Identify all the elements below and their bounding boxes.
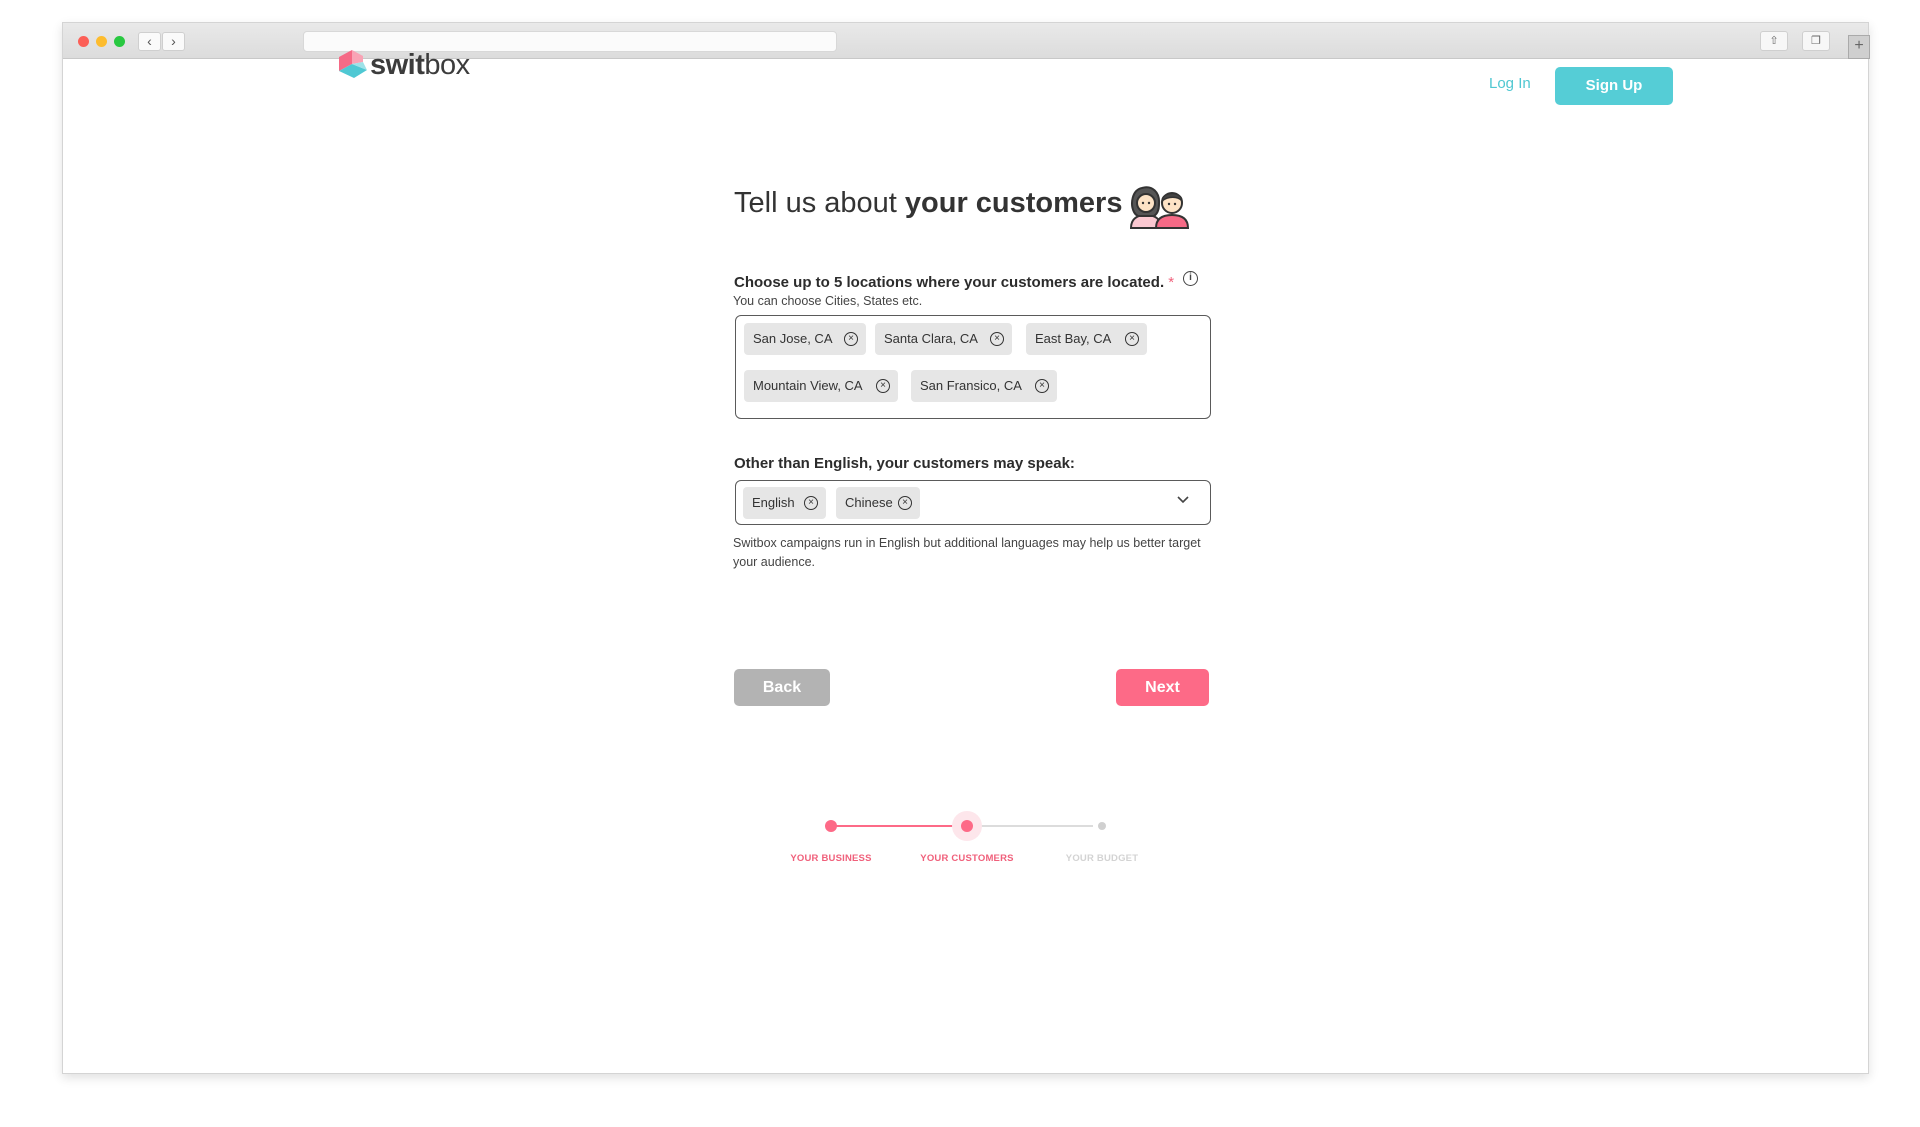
step-dot-customers: [961, 820, 973, 832]
info-icon[interactable]: i: [1183, 271, 1198, 286]
progress-stepper: YOUR BUSINESS YOUR CUSTOMERS YOUR BUDGET: [790, 811, 1150, 865]
language-chip: Chinese ×: [836, 487, 920, 519]
remove-chip-icon[interactable]: ×: [876, 379, 890, 393]
remove-chip-icon[interactable]: ×: [898, 496, 912, 510]
location-chip-label: San Jose, CA: [753, 331, 833, 346]
required-asterisk: *: [1168, 274, 1175, 291]
location-chip: Mountain View, CA ×: [744, 370, 898, 402]
switbox-cube-icon: [339, 50, 367, 78]
locations-label: Choose up to 5 locations where your cust…: [734, 274, 1175, 291]
login-link[interactable]: Log In: [1489, 75, 1531, 92]
step-dot-business: [825, 820, 837, 832]
location-chip: San Fransico, CA ×: [911, 370, 1057, 402]
location-chip: San Jose, CA ×: [744, 323, 866, 355]
remove-chip-icon[interactable]: ×: [804, 496, 818, 510]
location-chip: Santa Clara, CA ×: [875, 323, 1012, 355]
step-label-customers: YOUR CUSTOMERS: [920, 853, 1014, 864]
progress-line-complete: [831, 825, 967, 827]
browser-forward-icon[interactable]: ›: [162, 32, 185, 51]
minimize-window-button[interactable]: [96, 36, 107, 47]
browser-toolbar: ‹ › ⇧ ❐ +: [63, 23, 1870, 59]
customers-illustration-icon: [1129, 186, 1190, 229]
location-chip-label: Mountain View, CA: [753, 378, 863, 393]
tabs-overview-icon[interactable]: ❐: [1802, 31, 1830, 51]
progress-line-remaining: [967, 825, 1093, 827]
location-chip-label: East Bay, CA: [1035, 331, 1112, 346]
close-window-button[interactable]: [78, 36, 89, 47]
remove-chip-icon[interactable]: ×: [844, 332, 858, 346]
language-chip-label: Chinese: [845, 495, 893, 510]
locations-input[interactable]: San Jose, CA × Santa Clara, CA × East Ba…: [735, 315, 1211, 419]
back-button[interactable]: Back: [734, 669, 830, 706]
remove-chip-icon[interactable]: ×: [1035, 379, 1049, 393]
share-icon[interactable]: ⇧: [1760, 31, 1788, 51]
logo-wordmark: switbox: [370, 48, 470, 81]
step-label-business: YOUR BUSINESS: [790, 853, 872, 864]
chevron-down-icon[interactable]: [1176, 493, 1190, 507]
step-dot-budget: [1098, 822, 1106, 830]
remove-chip-icon[interactable]: ×: [990, 332, 1004, 346]
languages-select[interactable]: English × Chinese ×: [735, 480, 1211, 525]
new-tab-icon[interactable]: +: [1848, 35, 1870, 59]
browser-back-icon[interactable]: ‹: [138, 32, 161, 51]
locations-hint: You can choose Cities, States etc.: [733, 294, 923, 308]
remove-chip-icon[interactable]: ×: [1125, 332, 1139, 346]
signup-button[interactable]: Sign Up: [1555, 67, 1673, 105]
language-chip: English ×: [743, 487, 826, 519]
languages-label: Other than English, your customers may s…: [734, 455, 1075, 472]
location-chip: East Bay, CA ×: [1026, 323, 1147, 355]
language-chip-label: English: [752, 495, 795, 510]
location-chip-label: Santa Clara, CA: [884, 331, 978, 346]
maximize-window-button[interactable]: [114, 36, 125, 47]
step-label-budget: YOUR BUDGET: [1065, 853, 1139, 864]
switbox-logo[interactable]: switbox: [337, 45, 470, 85]
page-title: Tell us about your customers: [734, 187, 1123, 219]
languages-helper-text: Switbox campaigns run in English but add…: [733, 536, 1201, 569]
next-button[interactable]: Next: [1116, 669, 1209, 706]
location-chip-label: San Fransico, CA: [920, 378, 1022, 393]
